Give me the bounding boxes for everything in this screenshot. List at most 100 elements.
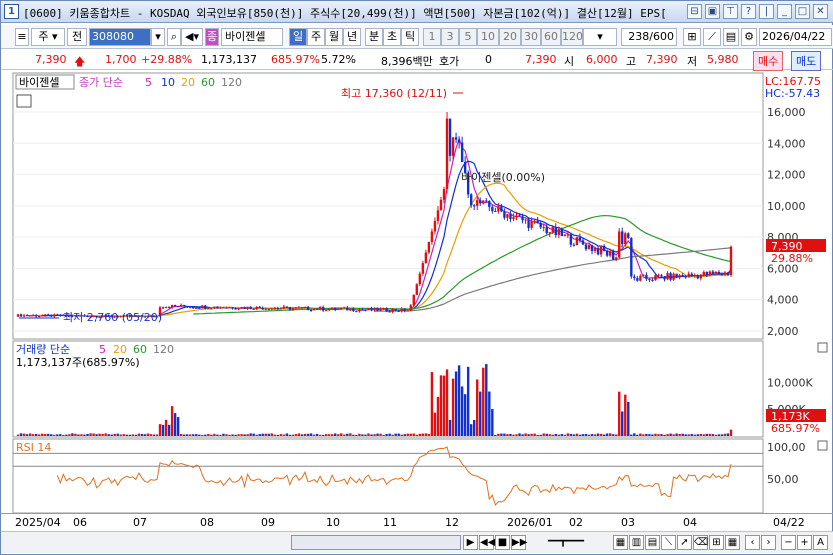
volume-bar — [349, 433, 352, 436]
interval-10[interactable]: 10 — [477, 28, 499, 46]
period-week[interactable]: 주 — [307, 28, 325, 46]
scroll-forward-icon[interactable]: ▶▶ — [511, 535, 527, 550]
copy-icon[interactable]: ⊟ — [687, 4, 702, 19]
scroll-rewind-icon[interactable]: ◀◀ — [479, 535, 495, 550]
candle-body — [213, 306, 216, 309]
interval-3[interactable]: 3 — [441, 28, 459, 46]
pin-icon[interactable]: ⊤ — [723, 4, 738, 19]
market-type-select[interactable]: 주 ▾ — [31, 28, 65, 46]
volume-bar — [488, 391, 491, 436]
period-day[interactable]: 일 — [289, 28, 307, 46]
bid-price: 7,390 — [525, 53, 557, 66]
candle-body — [460, 142, 464, 162]
sell-button[interactable]: 매도 — [791, 51, 822, 71]
volume-bar — [563, 434, 567, 436]
zoom-slider[interactable]: ━━┳━━━ — [531, 535, 601, 550]
gear-icon[interactable]: ⚙ — [741, 28, 757, 46]
sound-icon[interactable]: ◀▾ — [181, 28, 203, 46]
period-year[interactable]: 년 — [343, 28, 361, 46]
rsi-label: RSI 14 — [16, 441, 51, 454]
interval-120[interactable]: 120 — [561, 28, 583, 46]
scroll-track[interactable] — [291, 535, 461, 550]
volume-bar — [228, 434, 231, 436]
candle-body — [300, 307, 304, 309]
search-icon[interactable]: ⌕ — [167, 28, 181, 46]
save-icon[interactable]: ▤ — [723, 28, 739, 46]
close-icon[interactable]: ✕ — [813, 4, 828, 19]
eraser-icon[interactable]: ⌫ — [693, 535, 708, 550]
candle-body — [312, 308, 316, 311]
volume-bar — [421, 433, 425, 436]
code-dropdown-icon[interactable]: ▾ — [151, 28, 165, 46]
volume-bar — [22, 433, 26, 436]
table-view-icon[interactable]: ▦ — [725, 535, 740, 550]
candle-body — [231, 307, 234, 309]
interval-60[interactable]: 60 — [541, 28, 561, 46]
minimize-icon[interactable]: _ — [777, 4, 792, 19]
candle-body — [204, 305, 207, 309]
scroll-right-icon[interactable]: ▶ — [463, 535, 478, 550]
interval-20[interactable]: 20 — [499, 28, 521, 46]
layout-icon-3[interactable]: ▤ — [645, 535, 660, 550]
x-tick-8: 2026/01 — [507, 516, 553, 529]
candle-body — [279, 308, 283, 310]
volume-bar — [542, 433, 545, 436]
volume-bar — [527, 434, 530, 436]
help-icon[interactable]: ? — [741, 4, 756, 19]
candle-body — [708, 271, 712, 276]
period-tick[interactable]: 틱 — [401, 28, 419, 46]
period-month[interactable]: 월 — [325, 28, 343, 46]
maximize-icon[interactable]: □ — [795, 4, 810, 19]
price-y-tick: 12,000 — [767, 169, 806, 182]
scroll-stop-icon[interactable]: ■ — [495, 535, 510, 550]
interval-dropdown[interactable]: ▾ — [583, 28, 617, 46]
arrow-tool-icon[interactable]: ➚ — [677, 535, 692, 550]
volume-bar — [161, 424, 165, 436]
display-count[interactable]: 238/600 — [621, 28, 677, 46]
candle-body — [379, 308, 382, 311]
grid-icon[interactable]: ⊞ — [709, 535, 724, 550]
volume-bar — [116, 433, 119, 436]
chevron-left-icon[interactable]: ‹ — [745, 535, 760, 550]
volume-bar — [663, 434, 666, 436]
quote-bar: 7,390 🡅 1,700 +29.88% 1,173,137 685.97% … — [1, 50, 833, 71]
volume-bar — [500, 433, 503, 436]
date-field[interactable]: 2026/04/22 — [759, 28, 832, 46]
rsi-panel-close-icon[interactable] — [817, 440, 828, 451]
chart-area[interactable]: 16,000 14,000 12,000 10,000 8,000 6,000 4,000 2… — [1, 71, 833, 514]
period-minute[interactable]: 분 — [365, 28, 383, 46]
period-second[interactable]: 초 — [383, 28, 401, 46]
zoom-out-icon[interactable]: − — [781, 535, 796, 550]
volume-bar — [509, 433, 512, 436]
volume-bar — [219, 434, 222, 436]
auto-scale-icon[interactable]: A — [813, 535, 828, 550]
list-icon[interactable]: ≡ — [15, 28, 29, 46]
open-label: 시 — [564, 55, 575, 68]
layout-icon-2[interactable]: ▥ — [629, 535, 644, 550]
x-tick-10: 03 — [621, 516, 635, 529]
stock-code-input[interactable]: 308080 — [89, 28, 151, 46]
buy-button[interactable]: 매수 — [753, 51, 784, 71]
volume-bar — [720, 434, 724, 436]
window-mode-icon[interactable]: ▣ — [705, 4, 720, 19]
volume-bar — [675, 433, 678, 436]
interval-5[interactable]: 5 — [459, 28, 477, 46]
layout-icon[interactable]: ▦ — [613, 535, 628, 550]
volume-bar — [614, 434, 618, 436]
volume-bar — [282, 434, 286, 436]
interval-30[interactable]: 30 — [521, 28, 541, 46]
volume-bar — [545, 433, 548, 436]
trend-icon[interactable]: ⟋ — [703, 28, 721, 46]
table-icon[interactable] — [16, 94, 32, 108]
zoom-in-icon[interactable]: + — [797, 535, 812, 550]
x-tick-3: 08 — [200, 516, 214, 529]
zoom-icon[interactable]: ⊞ — [683, 28, 701, 46]
stock-name-field[interactable]: 바이젠셀 — [221, 28, 283, 46]
mode-button[interactable]: 전 — [67, 28, 87, 46]
candle-body — [318, 307, 322, 310]
interval-1[interactable]: 1 — [423, 28, 441, 46]
chart-svg[interactable]: 16,00014,00012,00010,0008,0006,0004,0002… — [1, 71, 833, 514]
trend-tool-icon[interactable]: ⟍ — [661, 535, 676, 550]
chevron-right-icon[interactable]: › — [761, 535, 776, 550]
volume-panel-close-icon[interactable] — [817, 342, 828, 353]
